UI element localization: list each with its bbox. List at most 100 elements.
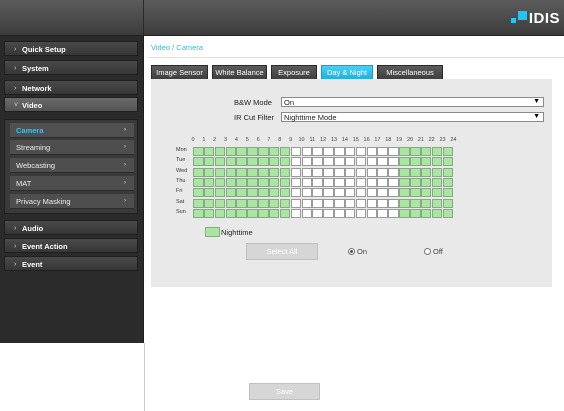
schedule-cell[interactable] <box>355 167 367 177</box>
schedule-cell[interactable] <box>366 177 378 187</box>
schedule-cell[interactable] <box>410 208 421 218</box>
schedule-cell[interactable] <box>431 188 443 198</box>
schedule-cell[interactable] <box>442 188 454 198</box>
schedule-cell[interactable] <box>344 157 356 167</box>
schedule-cell[interactable] <box>410 198 421 208</box>
schedule-cell[interactable] <box>366 167 378 177</box>
schedule-cell[interactable] <box>323 167 334 177</box>
schedule-cell[interactable] <box>225 177 237 187</box>
schedule-cell[interactable] <box>312 157 323 167</box>
schedule-cell[interactable] <box>225 198 237 208</box>
schedule-cell[interactable] <box>203 198 215 208</box>
schedule-cell[interactable] <box>268 188 280 198</box>
schedule-cell[interactable] <box>268 167 280 177</box>
bw-mode-select[interactable]: On ▼ <box>281 97 544 107</box>
schedule-cell[interactable] <box>258 208 269 218</box>
schedule-cell[interactable] <box>431 157 443 167</box>
schedule-cell[interactable] <box>399 188 410 198</box>
schedule-cell[interactable] <box>225 167 237 177</box>
schedule-cell[interactable] <box>301 157 313 167</box>
schedule-cell[interactable] <box>290 188 302 198</box>
schedule-cell[interactable] <box>203 177 215 187</box>
nav-video[interactable]: ˅ Video <box>4 97 138 112</box>
schedule-cell[interactable] <box>420 188 432 198</box>
schedule-cell[interactable] <box>334 177 345 187</box>
schedule-cell[interactable] <box>290 177 302 187</box>
nav-event[interactable]: › Event <box>4 256 138 271</box>
schedule-cell[interactable] <box>410 147 421 156</box>
schedule-cell[interactable] <box>279 188 291 198</box>
schedule-cell[interactable] <box>214 157 226 167</box>
schedule-cell[interactable] <box>247 167 258 177</box>
schedule-cell[interactable] <box>377 208 388 218</box>
schedule-cell[interactable] <box>377 198 388 208</box>
schedule-cell[interactable] <box>193 147 204 156</box>
schedule-cell[interactable] <box>355 198 367 208</box>
schedule-cell[interactable] <box>290 208 302 218</box>
schedule-cell[interactable] <box>410 188 421 198</box>
schedule-cell[interactable] <box>214 167 226 177</box>
schedule-cell[interactable] <box>312 147 323 156</box>
schedule-cell[interactable] <box>225 147 237 156</box>
schedule-cell[interactable] <box>377 167 388 177</box>
schedule-cell[interactable] <box>420 157 432 167</box>
schedule-cell[interactable] <box>193 167 204 177</box>
schedule-cell[interactable] <box>420 198 432 208</box>
radio-on[interactable]: On <box>348 247 367 256</box>
schedule-cell[interactable] <box>214 177 226 187</box>
schedule-cell[interactable] <box>442 167 454 177</box>
schedule-cell[interactable] <box>366 208 378 218</box>
schedule-cell[interactable] <box>323 198 334 208</box>
schedule-cell[interactable] <box>431 147 443 156</box>
schedule-cell[interactable] <box>268 157 280 167</box>
schedule-cell[interactable] <box>247 198 258 208</box>
schedule-cell[interactable] <box>258 157 269 167</box>
radio-off[interactable]: Off <box>424 247 443 256</box>
schedule-cell[interactable] <box>247 177 258 187</box>
ir-cut-filter-select[interactable]: Nighttime Mode ▼ <box>281 112 544 122</box>
schedule-cell[interactable] <box>290 167 302 177</box>
schedule-cell[interactable] <box>279 167 291 177</box>
schedule-cell[interactable] <box>420 167 432 177</box>
tab-image-sensor[interactable]: Image Sensor <box>151 65 208 79</box>
schedule-cell[interactable] <box>442 198 454 208</box>
tab-white-balance[interactable]: White Balance <box>212 65 267 79</box>
schedule-cell[interactable] <box>399 157 410 167</box>
schedule-cell[interactable] <box>334 188 345 198</box>
nav-audio[interactable]: › Audio <box>4 220 138 235</box>
schedule-cell[interactable] <box>388 188 399 198</box>
schedule-cell[interactable] <box>301 167 313 177</box>
schedule-cell[interactable] <box>323 147 334 156</box>
schedule-cell[interactable] <box>355 157 367 167</box>
schedule-cell[interactable] <box>193 157 204 167</box>
schedule-cell[interactable] <box>279 157 291 167</box>
schedule-cell[interactable] <box>388 147 399 156</box>
schedule-cell[interactable] <box>344 167 356 177</box>
schedule-cell[interactable] <box>399 208 410 218</box>
schedule-cell[interactable] <box>377 147 388 156</box>
schedule-cell[interactable] <box>344 198 356 208</box>
schedule-cell[interactable] <box>388 208 399 218</box>
schedule-cell[interactable] <box>268 147 280 156</box>
schedule-cell[interactable] <box>355 147 367 156</box>
schedule-cell[interactable] <box>399 177 410 187</box>
schedule-cell[interactable] <box>410 167 421 177</box>
schedule-cell[interactable] <box>399 167 410 177</box>
schedule-cell[interactable] <box>442 177 454 187</box>
schedule-cell[interactable] <box>236 167 247 177</box>
schedule-cell[interactable] <box>431 167 443 177</box>
schedule-cell[interactable] <box>344 188 356 198</box>
schedule-cell[interactable] <box>279 147 291 156</box>
schedule-cell[interactable] <box>247 208 258 218</box>
schedule-cell[interactable] <box>290 147 302 156</box>
schedule-cell[interactable] <box>225 188 237 198</box>
schedule-cell[interactable] <box>388 177 399 187</box>
nav-system[interactable]: › System <box>4 60 138 75</box>
schedule-cell[interactable] <box>236 198 247 208</box>
schedule-cell[interactable] <box>312 167 323 177</box>
schedule-cell[interactable] <box>377 188 388 198</box>
schedule-cell[interactable] <box>203 208 215 218</box>
schedule-cell[interactable] <box>203 147 215 156</box>
schedule-cell[interactable] <box>236 147 247 156</box>
schedule-cell[interactable] <box>312 198 323 208</box>
